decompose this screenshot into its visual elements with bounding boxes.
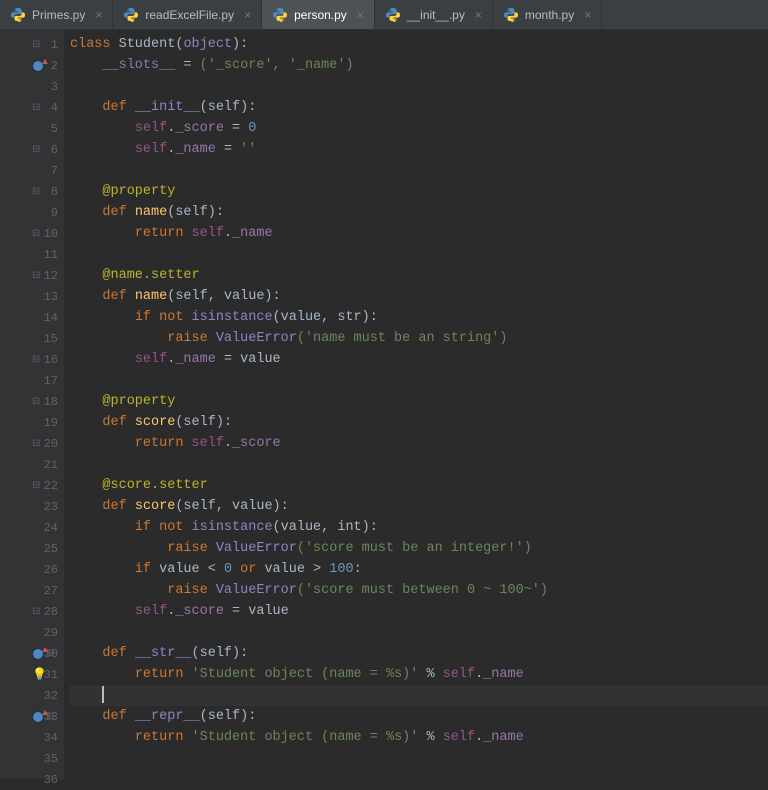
close-icon[interactable]: × (95, 8, 102, 22)
code-line (70, 454, 768, 475)
gutter: 1⊟ 2 3 4⊟ 5 6⊟ 7 8⊟ 9 10⊟ 11 12⊟ 13 14 1… (0, 30, 64, 779)
code-line: return 'Student object (name = %s)' % se… (70, 664, 768, 685)
line-number: 23 (38, 500, 58, 514)
fold-icon[interactable]: ⊟ (32, 102, 40, 114)
fold-icon[interactable]: ⊟ (32, 228, 40, 240)
line-number: 7 (38, 164, 58, 178)
line-number: 9 (38, 206, 58, 220)
code-line: def __repr__(self): (70, 706, 768, 727)
override-icon[interactable] (32, 60, 44, 72)
code-line: self._name = value (70, 349, 768, 370)
line-number: 32 (38, 689, 58, 703)
line-number: 26 (38, 563, 58, 577)
line-number: 34 (38, 731, 58, 745)
code-line: return self._score (70, 433, 768, 454)
code-line: raise ValueError('name must be an string… (70, 328, 768, 349)
code-line (70, 244, 768, 265)
code-area[interactable]: class Student(object): __slots__ = ('_sc… (64, 30, 768, 779)
fold-icon[interactable]: ⊟ (32, 480, 40, 492)
code-line: def name(self): (70, 202, 768, 223)
code-line: self._score = value (70, 601, 768, 622)
fold-icon[interactable]: ⊟ (32, 438, 40, 450)
line-number: 3 (38, 80, 58, 94)
fold-icon[interactable]: ⊟ (32, 396, 40, 408)
code-line (70, 748, 768, 769)
python-icon (272, 7, 288, 23)
python-icon (10, 7, 26, 23)
tab-label: __init__.py (407, 8, 465, 22)
fold-icon[interactable]: ⊟ (32, 186, 40, 198)
line-number: 36 (38, 773, 58, 787)
code-line (70, 370, 768, 391)
line-number: 24 (38, 521, 58, 535)
fold-icon[interactable]: ⊟ (32, 354, 40, 366)
code-line (70, 622, 768, 643)
tab-label: Primes.py (32, 8, 85, 22)
override-icon[interactable] (32, 648, 44, 660)
close-icon[interactable]: × (475, 8, 482, 22)
code-line: self._name = '' (70, 139, 768, 160)
close-icon[interactable]: × (244, 8, 251, 22)
bulb-icon[interactable]: 💡 (32, 667, 47, 682)
code-line: return self._name (70, 223, 768, 244)
line-number: 13 (38, 290, 58, 304)
code-line-cursor (70, 685, 768, 706)
line-number: 15 (38, 332, 58, 346)
line-number: 25 (38, 542, 58, 556)
code-line (70, 160, 768, 181)
close-icon[interactable]: × (357, 8, 364, 22)
code-line: if not isinstance(value, str): (70, 307, 768, 328)
code-line (70, 76, 768, 97)
code-line: def __str__(self): (70, 643, 768, 664)
close-icon[interactable]: × (584, 8, 591, 22)
tab-init[interactable]: __init__.py × (375, 0, 493, 29)
tab-person[interactable]: person.py × (262, 0, 375, 29)
python-icon (385, 7, 401, 23)
code-line: raise ValueError('score must be an integ… (70, 538, 768, 559)
code-line: def __init__(self): (70, 97, 768, 118)
code-line: @name.setter (70, 265, 768, 286)
line-number: 19 (38, 416, 58, 430)
line-number: 11 (38, 248, 58, 262)
line-number: 29 (38, 626, 58, 640)
code-line: if not isinstance(value, int): (70, 517, 768, 538)
tab-primes[interactable]: Primes.py × (0, 0, 113, 29)
editor: 1⊟ 2 3 4⊟ 5 6⊟ 7 8⊟ 9 10⊟ 11 12⊟ 13 14 1… (0, 30, 768, 779)
tab-readexcel[interactable]: readExcelFile.py × (113, 0, 262, 29)
code-line: @property (70, 391, 768, 412)
code-line: if value < 0 or value > 100: (70, 559, 768, 580)
line-number: 35 (38, 752, 58, 766)
caret (102, 686, 104, 703)
line-number: 17 (38, 374, 58, 388)
code-line: self._score = 0 (70, 118, 768, 139)
code-line: raise ValueError('score must between 0 ~… (70, 580, 768, 601)
code-line: @score.setter (70, 475, 768, 496)
tab-label: person.py (294, 8, 347, 22)
fold-icon[interactable]: ⊟ (32, 144, 40, 156)
code-line: def score(self, value): (70, 496, 768, 517)
code-line: class Student(object): (70, 34, 768, 55)
code-line (70, 769, 768, 790)
line-number: 21 (38, 458, 58, 472)
python-icon (503, 7, 519, 23)
code-line: __slots__ = ('_score', '_name') (70, 55, 768, 76)
override-icon[interactable] (32, 711, 44, 723)
python-icon (123, 7, 139, 23)
fold-icon[interactable]: ⊟ (32, 606, 40, 618)
code-line: @property (70, 181, 768, 202)
tab-label: readExcelFile.py (145, 8, 234, 22)
line-number: 27 (38, 584, 58, 598)
code-line: return 'Student object (name = %s)' % se… (70, 727, 768, 748)
tab-month[interactable]: month.py × (493, 0, 602, 29)
fold-icon[interactable]: ⊟ (32, 270, 40, 282)
fold-icon[interactable]: ⊟ (32, 39, 40, 51)
line-number: 14 (38, 311, 58, 325)
tab-label: month.py (525, 8, 574, 22)
code-line: def score(self): (70, 412, 768, 433)
code-line: def name(self, value): (70, 286, 768, 307)
line-number: 5 (38, 122, 58, 136)
tab-bar: Primes.py × readExcelFile.py × person.py… (0, 0, 768, 30)
